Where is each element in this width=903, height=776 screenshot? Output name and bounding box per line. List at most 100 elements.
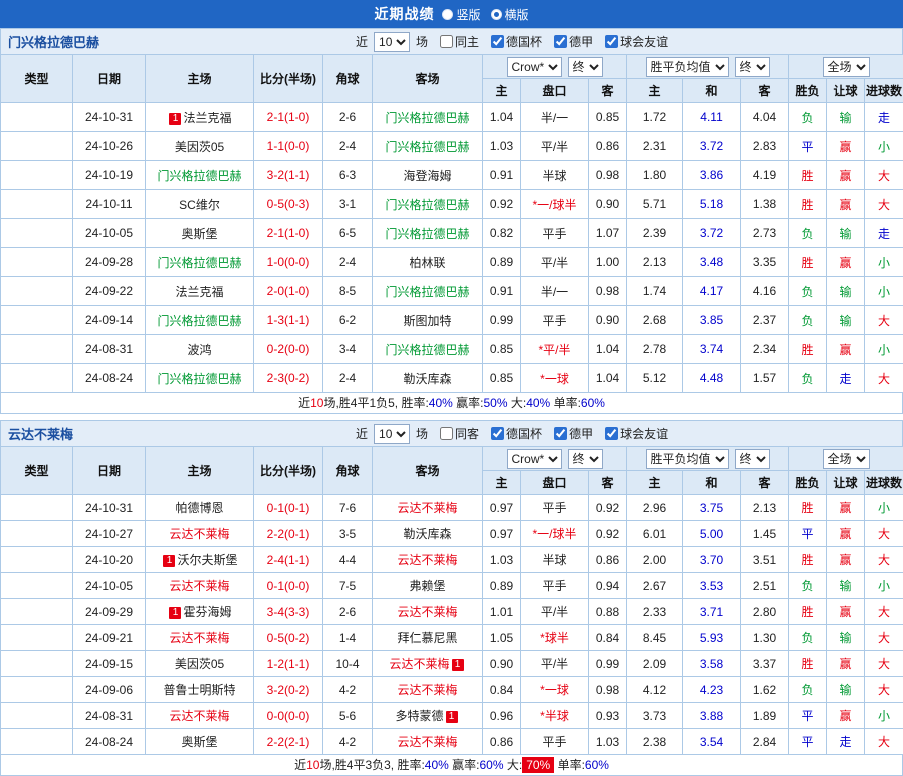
section-filter-bar: 门兴格拉德巴赫近10场同主德国杯德甲球会友谊 [0,28,903,54]
away-team-name[interactable]: 云达不莱梅 [397,683,457,697]
league-filter-checkbox-input[interactable] [605,427,618,440]
league-cell: 德甲 [1,599,73,625]
league-filter-checkbox-input[interactable] [554,427,567,440]
away-team-name[interactable]: 柏林联 [409,256,445,270]
league-filter-checkbox[interactable]: 球会友谊 [605,33,668,50]
league-cell: 德甲 [1,335,73,364]
layout-radio-option[interactable]: 横版 [491,6,529,23]
home-team-name[interactable]: 门兴格拉德巴赫 [157,256,241,270]
match-row: 德甲24-08-24门兴格拉德巴赫2-3(0-2)2-4勒沃库森0.85*一球1… [1,364,903,393]
away-team-name[interactable]: 斯图加特 [403,314,451,328]
final-odds-select[interactable]: 终 [735,57,770,77]
away-team-name[interactable]: 云达不莱梅 [397,553,457,567]
odds-company-select[interactable]: Crow* [507,57,562,77]
home-team-name[interactable]: 门兴格拉德巴赫 [157,372,241,386]
avg-draw-odds-cell: 3.75 [683,495,741,521]
avg-home-odds-cell: 2.67 [627,573,683,599]
same-venue-checkbox-input[interactable] [440,35,453,48]
home-team-name[interactable]: 普鲁士明斯特 [163,683,235,697]
home-team-name[interactable]: 云达不莱梅 [169,709,229,723]
home-team-name[interactable]: 云达不莱梅 [169,579,229,593]
away-team-name[interactable]: 云达不莱梅 [397,605,457,619]
league-filter-checkbox-input[interactable] [605,35,618,48]
final-odds-select[interactable]: 终 [568,57,603,77]
same-venue-checkbox[interactable]: 同主 [440,33,479,50]
final-odds-select[interactable]: 终 [735,449,770,469]
away-team-name[interactable]: 勒沃库森 [403,527,451,541]
near-label: 近 [356,33,368,50]
away-team-name[interactable]: 多特蒙德 [395,709,443,723]
away-team-cell: 门兴格拉德巴赫 [373,190,483,219]
recent-results-page: 近期战绩 竖版横版 门兴格拉德巴赫近10场同主德国杯德甲球会友谊类型日期主场比分… [0,0,903,776]
league-filter-checkbox-label: 德国杯 [506,425,542,442]
away-team-name[interactable]: 门兴格拉德巴赫 [385,285,469,299]
league-filter-checkbox[interactable]: 德国杯 [491,33,542,50]
away-team-name[interactable]: 云达不莱梅 [397,501,457,515]
ah-away-odds-cell: 0.93 [589,703,627,729]
home-team-name[interactable]: 法兰克福 [183,111,231,125]
away-team-name[interactable]: 勒沃库森 [403,372,451,386]
home-team-name[interactable]: 美因茨05 [175,657,224,671]
away-team-name[interactable]: 海登海姆 [403,169,451,183]
home-team-name[interactable]: 云达不莱梅 [169,631,229,645]
home-team-cell: 门兴格拉德巴赫 [146,248,254,277]
page-title: 近期战绩 [374,4,434,24]
away-team-name[interactable]: 门兴格拉德巴赫 [385,111,469,125]
layout-radio-option[interactable]: 竖版 [442,6,480,23]
home-team-name[interactable]: 沃尔夫斯堡 [177,553,237,567]
home-team-name[interactable]: 波鸿 [187,343,211,357]
avg-odds-group-header: 胜平负均值终 [627,55,789,79]
league-filter-checkbox-input[interactable] [491,35,504,48]
same-venue-checkbox-input[interactable] [440,427,453,440]
score-cell: 0-5(0-3) [254,190,323,219]
home-team-name[interactable]: 门兴格拉德巴赫 [157,169,241,183]
league-filter-checkbox[interactable]: 球会友谊 [605,425,668,442]
away-team-cell: 海登海姆 [373,161,483,190]
league-filter-checkbox-input[interactable] [554,35,567,48]
away-team-name[interactable]: 门兴格拉德巴赫 [385,198,469,212]
home-team-name[interactable]: 法兰克福 [175,285,223,299]
summary-part: 近 [294,758,306,772]
date-cell: 24-09-29 [73,599,146,625]
league-filter-checkbox[interactable]: 德国杯 [491,425,542,442]
home-team-name[interactable]: 云达不莱梅 [169,527,229,541]
sub-col-header: 客 [741,471,789,495]
home-team-name[interactable]: 美因茨05 [175,140,224,154]
goals-result-cell: 大 [865,677,903,703]
home-team-name[interactable]: SC维尔 [179,198,220,212]
away-team-name[interactable]: 云达不莱梅 [397,735,457,749]
avg-away-odds-cell: 2.13 [741,495,789,521]
home-team-name[interactable]: 霍芬海姆 [183,605,231,619]
league-cell: 德甲 [1,703,73,729]
col-header-away: 客场 [373,447,483,495]
match-count-select[interactable]: 10 [374,32,410,52]
scope-select[interactable]: 全场 [823,449,870,469]
date-cell: 24-10-19 [73,161,146,190]
home-team-name[interactable]: 门兴格拉德巴赫 [157,314,241,328]
ah-line-cell: *一/球半 [521,521,589,547]
away-team-name[interactable]: 门兴格拉德巴赫 [385,140,469,154]
away-team-name[interactable]: 拜仁慕尼黑 [397,631,457,645]
odds-company-select[interactable]: Crow* [507,449,562,469]
same-venue-checkbox[interactable]: 同客 [440,425,479,442]
match-count-select[interactable]: 10 [374,424,410,444]
date-cell: 24-10-27 [73,521,146,547]
home-team-name[interactable]: 奥斯堡 [181,227,217,241]
home-team-cell: 门兴格拉德巴赫 [146,306,254,335]
away-team-name[interactable]: 门兴格拉德巴赫 [385,227,469,241]
radio-label: 竖版 [456,6,480,23]
radio-icon [491,9,502,20]
away-team-name[interactable]: 云达不莱梅 [389,657,449,671]
league-filter-checkbox[interactable]: 德甲 [554,425,593,442]
league-filter-checkbox[interactable]: 德甲 [554,33,593,50]
league-filter-checkbox-input[interactable] [491,427,504,440]
home-team-name[interactable]: 帕德博恩 [175,501,223,515]
home-team-name[interactable]: 奥斯堡 [181,735,217,749]
away-team-name[interactable]: 门兴格拉德巴赫 [385,343,469,357]
away-team-name[interactable]: 弗赖堡 [409,579,445,593]
avg-odds-select[interactable]: 胜平负均值 [646,449,729,469]
avg-odds-select[interactable]: 胜平负均值 [646,57,729,77]
scope-select[interactable]: 全场 [823,57,870,77]
final-odds-select[interactable]: 终 [568,449,603,469]
match-row: 德甲24-10-27云达不莱梅2-2(0-1)3-5勒沃库森0.97*一/球半0… [1,521,903,547]
